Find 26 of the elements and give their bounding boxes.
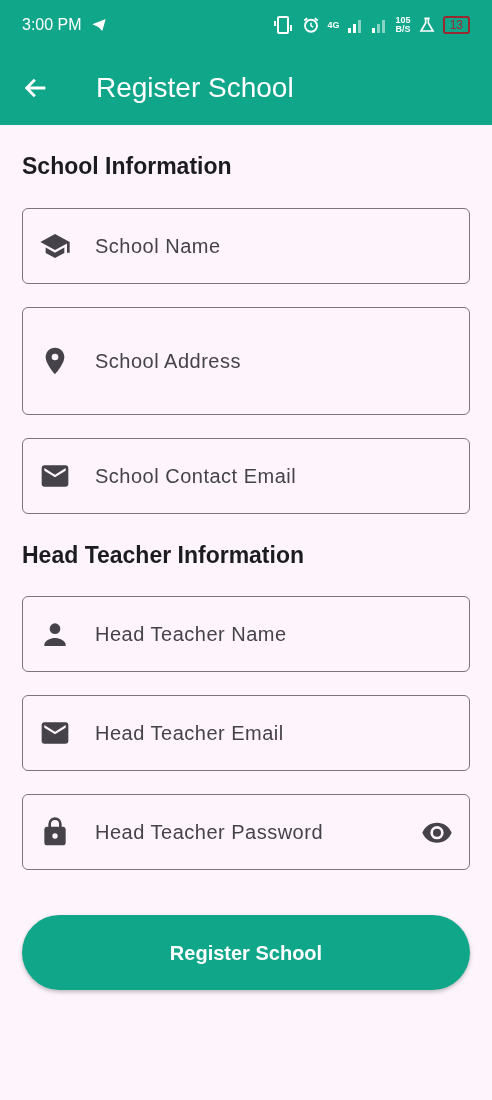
input-field[interactable]: Head Teacher Name [93,618,453,650]
alarm-icon [301,16,320,34]
network-speed: 105 [395,16,411,25]
text-field[interactable]: Head Teacher Password [22,794,470,870]
text-field[interactable]: School Name [22,207,470,284]
section-heading: School Information [22,152,233,181]
input-field[interactable]: School Address [93,344,453,377]
signal-icon [347,17,364,33]
text-field[interactable]: School Contact Email [22,437,470,514]
input-field[interactable]: School Contact Email [93,459,453,492]
signal-icon [371,17,388,33]
vibrate-icon [273,16,294,34]
battery-indicator: 13 [442,16,470,34]
network-type: 4G [327,20,340,30]
text-field[interactable]: Head Teacher Name [22,596,470,672]
text-field[interactable]: Head Teacher Email [22,695,470,771]
section-heading: Head Teacher Information [22,540,306,570]
register-button[interactable]: Register School [22,915,470,990]
input-field[interactable]: School Name [93,229,453,262]
status-time: 3:00 PM [22,15,82,35]
input-field[interactable]: Head Teacher Email [93,717,453,749]
flask-icon [418,17,435,33]
app-bar-title: Register School [96,70,294,105]
input-field[interactable]: Head Teacher Password [93,816,421,848]
text-field[interactable]: School Address [22,306,470,415]
speed-unit: B/S [395,25,411,34]
